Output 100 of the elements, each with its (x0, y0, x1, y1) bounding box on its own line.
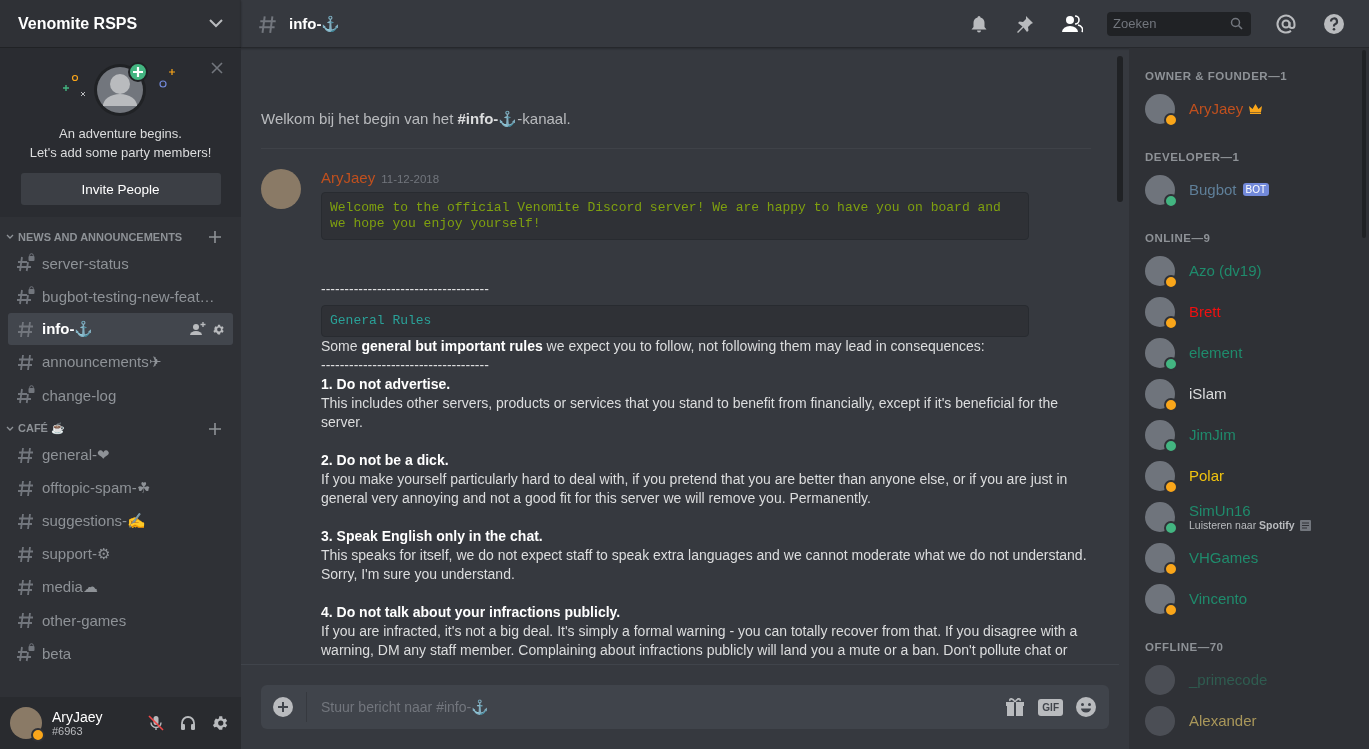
message-text: If you are infracted, it's not a big deal. It's simply a formal warning - you can totally recover from that. If you disagree with a warning, DM any staff member. Complaining about infractions publicly will land you a mute or a ban. Don't pollute chat or (321, 622, 1079, 660)
help-icon[interactable] (1323, 12, 1345, 35)
message-text: Some general but important rules we expect you to follow, not following them may lead in consequences: (321, 337, 986, 356)
channel-item[interactable]: beta (8, 637, 233, 669)
channel-name: beta (42, 644, 73, 662)
locked-hash-icon (16, 286, 36, 306)
settings-icon[interactable] (212, 322, 225, 336)
divider-text: ------------------------------------ (321, 280, 490, 299)
member-name: Polar (1189, 467, 1225, 484)
emoji-icon[interactable] (1075, 696, 1097, 718)
members-icon[interactable] (1061, 13, 1083, 34)
channel-item[interactable]: suggestions-✍ (8, 505, 233, 537)
member-item[interactable]: VHGames (1145, 537, 1361, 578)
invite-people-button[interactable]: Invite People (20, 173, 221, 205)
pin-icon[interactable] (1015, 13, 1035, 34)
search-field[interactable]: Zoeken (1107, 11, 1251, 36)
channel-item[interactable]: media☁ (8, 571, 233, 603)
plus-icon[interactable] (209, 231, 221, 243)
caret-icon[interactable] (6, 234, 14, 240)
member-item[interactable]: JimJim (1145, 414, 1361, 455)
timestamp: 11-12-2018 (381, 173, 440, 185)
channel-item[interactable]: support-⚙ (8, 538, 233, 570)
message-text: This speaks for itself, we do not expect staff to speak extra languages and we cannot moderate what we do not understand. Sorry, I'm sure you understand. (321, 546, 1088, 584)
channel-name: support-⚙ (42, 545, 112, 563)
channel-name: change-log (42, 386, 118, 404)
category-name[interactable]: NEWS AND ANNOUNCEMENTS (18, 231, 205, 243)
channel-item[interactable]: change-log (8, 379, 233, 411)
member-item[interactable]: Alexander (1145, 700, 1361, 741)
member-item[interactable]: Vincento (1145, 578, 1361, 619)
rule-heading: 4. Do not talk about your infractions publicly. (321, 603, 622, 622)
member-item[interactable]: SimUn16 Luisteren naar Spotify (1145, 496, 1361, 537)
channel-name: info-⚓ (42, 320, 95, 338)
server-name: Venomite RSPS (18, 14, 138, 33)
bell-icon[interactable] (969, 13, 989, 34)
channel-item[interactable]: info-⚓ (8, 313, 233, 345)
plus-circle-icon[interactable] (272, 696, 294, 718)
rule-heading: 1. Do not advertise. (321, 375, 452, 394)
role-header: DEVELOPER—1 (1145, 150, 1241, 165)
microphone-icon[interactable] (147, 714, 165, 732)
member-name: Alexander (1189, 712, 1257, 729)
role-header: OWNER & FOUNDER—1 (1145, 69, 1289, 84)
document-icon (1299, 519, 1311, 531)
hash-icon (16, 577, 36, 597)
channel-name: other-games (42, 611, 128, 629)
member-name: VHGames (1189, 549, 1259, 566)
bot-tag: BOT (1242, 183, 1270, 196)
member-item[interactable]: Polar (1145, 455, 1361, 496)
rule-heading: 2. Do not be a dick. (321, 451, 450, 470)
hash-icon (16, 319, 36, 339)
gift-icon[interactable] (1004, 696, 1027, 718)
rule-heading: 3. Speak English only in the chat. (321, 527, 544, 546)
member-name: element (1189, 344, 1243, 361)
hash-icon (16, 610, 36, 630)
gif-button[interactable]: GIF (1038, 698, 1063, 716)
member-item[interactable]: Azo (dv19) (1145, 250, 1361, 291)
member-item[interactable]: AryJaey (1145, 88, 1361, 129)
username: AryJaey (52, 709, 104, 725)
divider-text: ------------------------------------ (321, 356, 490, 375)
code-block: Welcome to the official Venomite Discord server! We are happy to have you on board and we hope you enjoy yourself! (321, 192, 1029, 240)
role-header: OFFLINE—70 (1145, 640, 1225, 655)
code-block: General Rules (321, 305, 1029, 337)
channel-item[interactable]: offtopic-spam-☘ (8, 472, 233, 504)
hash-icon (16, 352, 36, 372)
channel-item[interactable]: announcements✈ (8, 346, 233, 378)
user-tag: #6963 (52, 725, 133, 737)
chevron-icon (209, 19, 223, 28)
category-name[interactable]: CAFÉ ☕ (18, 422, 205, 435)
message-text: If you make yourself particularly hard to deal with, if you pretend that you are better than anyone else, or if you are just in general very annoying and not a good fit for this server we will remove you. Permanently. (321, 470, 1069, 508)
hash-icon (16, 511, 36, 531)
member-name: Bugbot (1189, 181, 1237, 198)
member-item[interactable]: iSlam (1145, 373, 1361, 414)
close-icon[interactable] (211, 62, 223, 74)
avatar[interactable] (10, 707, 42, 739)
member-name: Azo (dv19) (1189, 262, 1262, 279)
member-name: JimJim (1189, 426, 1236, 443)
channel-item[interactable]: server-status (8, 247, 233, 279)
search-icon (1230, 17, 1243, 30)
author-name[interactable]: AryJaey (321, 169, 376, 186)
channel-item[interactable]: bugbot-testing-new-feat… (8, 280, 233, 312)
headphones-icon[interactable] (179, 714, 197, 732)
member-name: SimUn16 (1189, 502, 1251, 519)
channel-name: bugbot-testing-new-feat… (42, 287, 216, 305)
member-item[interactable]: element (1145, 332, 1361, 373)
channel-name: general-❤ (42, 446, 112, 464)
member-item[interactable]: Brett (1145, 291, 1361, 332)
channel-item[interactable]: other-games (8, 604, 233, 636)
settings-icon[interactable] (211, 714, 229, 732)
invite-user-icon[interactable] (190, 322, 206, 336)
mention-icon[interactable] (1275, 12, 1297, 35)
locked-hash-icon (16, 643, 36, 663)
plus-icon[interactable] (209, 422, 221, 435)
channel-title: info-⚓ (289, 14, 341, 33)
welcome-text: Welkom bij het begin van het #info-⚓-kanaal. (261, 48, 1091, 149)
member-item[interactable]: Bugbot BOT (1145, 169, 1361, 210)
member-name: iSlam (1189, 385, 1227, 402)
locked-hash-icon (16, 253, 36, 273)
scrollbar[interactable] (1117, 56, 1123, 202)
caret-icon[interactable] (6, 425, 14, 432)
channel-item[interactable]: general-❤ (8, 439, 233, 471)
activity-text: Luisteren naar Spotify (1189, 519, 1295, 531)
